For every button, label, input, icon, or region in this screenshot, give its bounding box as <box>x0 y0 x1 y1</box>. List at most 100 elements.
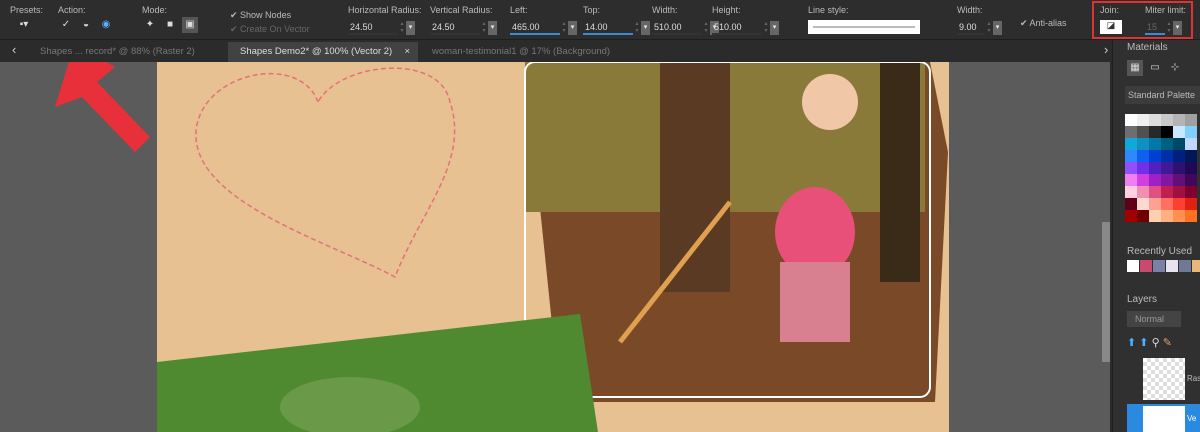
palette-swatch[interactable] <box>1185 138 1197 150</box>
dropdown-button[interactable]: ▾ <box>568 21 577 35</box>
palette-swatch[interactable] <box>1161 198 1173 210</box>
palette-swatch[interactable] <box>1173 174 1185 186</box>
recent-swatch[interactable] <box>1127 260 1139 272</box>
palette-swatch[interactable] <box>1173 150 1185 162</box>
palette-swatch[interactable] <box>1125 186 1137 198</box>
palette-swatch[interactable] <box>1149 186 1161 198</box>
dropdown-button[interactable]: ▾ <box>993 21 1002 35</box>
canvas-area[interactable] <box>0 62 1110 432</box>
palette-swatch[interactable] <box>1161 150 1173 162</box>
left-input[interactable]: 465.00 <box>510 21 560 35</box>
palette-swatch[interactable] <box>1149 210 1161 222</box>
spinner[interactable]: ▴ ▾ <box>762 21 770 35</box>
frame-mode-icon[interactable]: ▦ <box>1127 60 1143 76</box>
spinner[interactable]: ▴ ▾ <box>985 21 993 35</box>
palette-swatch[interactable] <box>1125 126 1137 138</box>
palette-swatch[interactable] <box>1137 138 1149 150</box>
palette-swatch[interactable] <box>1161 174 1173 186</box>
palette-dropdown[interactable]: Standard Palette <box>1125 86 1200 104</box>
mode-square-icon[interactable]: ■ <box>162 17 178 33</box>
eye-icon[interactable]: ◉ <box>98 17 114 33</box>
mode-add-icon[interactable]: ✦ <box>142 17 158 33</box>
dropdown-button[interactable]: ▾ <box>770 21 779 35</box>
node-edit-icon[interactable]: ◒ <box>78 17 94 33</box>
palette-swatch[interactable] <box>1161 114 1173 126</box>
palette-swatch[interactable] <box>1125 210 1137 222</box>
spinner[interactable]: ▴ ▾ <box>560 21 568 35</box>
top-input[interactable]: 14.00 <box>583 21 633 35</box>
apply-check-icon[interactable]: ✓ <box>58 17 74 33</box>
palette-swatch[interactable] <box>1137 186 1149 198</box>
palette-swatch[interactable] <box>1149 162 1161 174</box>
palette-swatch[interactable] <box>1161 210 1173 222</box>
palette-swatch[interactable] <box>1173 162 1185 174</box>
palette-swatch[interactable] <box>1161 162 1173 174</box>
palette-swatch[interactable] <box>1125 114 1137 126</box>
palette-swatch[interactable] <box>1173 210 1185 222</box>
spinner[interactable]: ▴ ▾ <box>633 21 641 35</box>
recent-colors[interactable] <box>1127 260 1200 272</box>
palette-swatch[interactable] <box>1149 114 1161 126</box>
new-vector-icon[interactable]: ⬆ <box>1139 337 1148 349</box>
palette-swatch[interactable] <box>1185 186 1197 198</box>
vertical-scrollbar[interactable] <box>1102 222 1110 362</box>
palette-swatch[interactable] <box>1125 162 1137 174</box>
palette-swatch[interactable] <box>1137 198 1149 210</box>
vradius-input[interactable]: 24.50 <box>430 21 480 35</box>
palette-swatch[interactable] <box>1137 174 1149 186</box>
palette-swatch[interactable] <box>1137 126 1149 138</box>
rainbow-mode-icon[interactable]: ▭ <box>1147 60 1163 76</box>
brush-icon[interactable]: ✎ <box>1163 337 1172 349</box>
mask-icon[interactable]: ⚲ <box>1152 337 1160 349</box>
palette-swatch[interactable] <box>1161 126 1173 138</box>
color-palette[interactable] <box>1125 114 1197 222</box>
recent-swatch[interactable] <box>1179 260 1191 272</box>
spinner[interactable]: ▴ ▾ <box>480 21 488 35</box>
stroke-width-input[interactable]: 9.00 <box>957 21 985 35</box>
mode-square-filled-icon[interactable]: ▣ <box>182 17 198 33</box>
recent-swatch[interactable] <box>1140 260 1152 272</box>
recent-swatch[interactable] <box>1166 260 1178 272</box>
spinner[interactable]: ▴ ▾ <box>398 21 406 35</box>
line-style-dropdown[interactable] <box>808 20 920 34</box>
palette-swatch[interactable] <box>1149 150 1161 162</box>
blend-mode-dropdown[interactable]: Normal <box>1127 311 1181 327</box>
height-input[interactable]: 510.00 <box>712 21 762 35</box>
swatches-icon[interactable]: ⊹ <box>1167 60 1183 76</box>
recent-swatch[interactable] <box>1192 260 1200 272</box>
recent-swatch[interactable] <box>1153 260 1165 272</box>
show-nodes-checkbox[interactable]: ✔ Show Nodes <box>230 10 310 21</box>
palette-swatch[interactable] <box>1149 198 1161 210</box>
palette-swatch[interactable] <box>1173 186 1185 198</box>
palette-swatch[interactable] <box>1161 138 1173 150</box>
palette-swatch[interactable] <box>1173 198 1185 210</box>
new-layer-icon[interactable]: ⬆ <box>1127 337 1136 349</box>
palette-swatch[interactable] <box>1185 114 1197 126</box>
spinner[interactable]: ▴ ▾ <box>702 21 710 35</box>
palette-swatch[interactable] <box>1185 126 1197 138</box>
tabs-prev-button[interactable]: ‹ <box>0 40 28 60</box>
palette-swatch[interactable] <box>1173 114 1185 126</box>
palette-swatch[interactable] <box>1149 174 1161 186</box>
palette-swatch[interactable] <box>1149 138 1161 150</box>
palette-swatch[interactable] <box>1125 150 1137 162</box>
hradius-input[interactable]: 24.50 <box>348 21 398 35</box>
layer-raster-name[interactable]: Ras <box>1187 374 1200 383</box>
palette-swatch[interactable] <box>1137 162 1149 174</box>
palette-swatch[interactable] <box>1125 174 1137 186</box>
presets-dropdown[interactable]: ▪▾ <box>16 17 32 33</box>
palette-swatch[interactable] <box>1185 198 1197 210</box>
palette-swatch[interactable] <box>1137 210 1149 222</box>
palette-swatch[interactable] <box>1185 150 1197 162</box>
dropdown-button[interactable]: ▾ <box>406 21 415 35</box>
tab-woman-testimonial[interactable]: woman-testimonial1 @ 17% (Background) <box>420 42 622 62</box>
palette-swatch[interactable] <box>1173 138 1185 150</box>
palette-swatch[interactable] <box>1185 162 1197 174</box>
tab-shapes-record[interactable]: Shapes ... record* @ 88% (Raster 2) <box>28 42 207 62</box>
tab-shapes-demo2[interactable]: Shapes Demo2* @ 100% (Vector 2) × <box>228 42 418 62</box>
dropdown-button[interactable]: ▾ <box>641 21 650 35</box>
dropdown-button[interactable]: ▾ <box>488 21 497 35</box>
palette-swatch[interactable] <box>1173 126 1185 138</box>
palette-swatch[interactable] <box>1125 198 1137 210</box>
palette-swatch[interactable] <box>1185 210 1197 222</box>
